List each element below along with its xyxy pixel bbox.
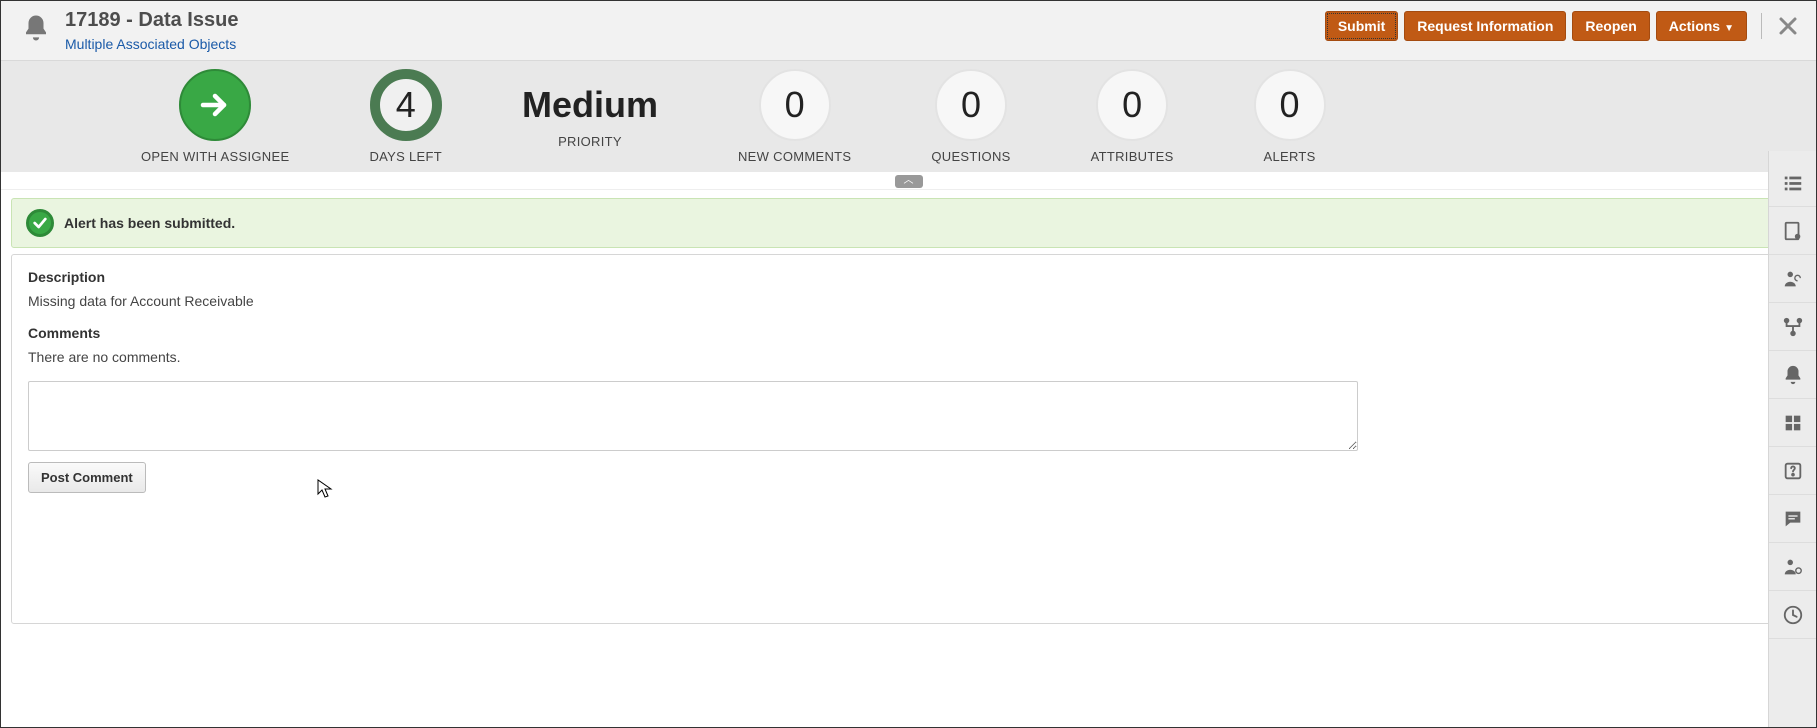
chevron-down-icon: ▼ (1724, 23, 1734, 34)
alerts-value: 0 (1280, 84, 1300, 126)
attributes-value: 0 (1122, 84, 1142, 126)
days-left-value: 4 (396, 84, 416, 126)
stat-questions: 0 QUESTIONS (891, 69, 1050, 164)
questions-circle: 0 (935, 69, 1007, 141)
checkmark-icon (26, 209, 54, 237)
stat-priority: Medium PRIORITY (482, 84, 698, 149)
stat-label: ATTRIBUTES (1091, 149, 1174, 164)
comments-empty-text: There are no comments. (28, 349, 1789, 365)
stat-days-left: 4 DAYS LEFT (329, 69, 482, 164)
priority-value: Medium (522, 84, 658, 126)
reopen-button[interactable]: Reopen (1572, 11, 1649, 41)
associated-objects-link[interactable]: Multiple Associated Objects (65, 36, 236, 52)
comment-input[interactable] (28, 381, 1358, 451)
post-comment-button[interactable]: Post Comment (28, 462, 146, 493)
bell-icon (21, 13, 51, 43)
comments-heading: Comments (28, 325, 1789, 341)
request-information-button[interactable]: Request Information (1404, 11, 1566, 41)
stat-label: QUESTIONS (931, 149, 1010, 164)
collapse-stats-button[interactable]: ︿ (895, 175, 923, 188)
page-title: 17189 - Data Issue (65, 9, 238, 32)
questions-value: 0 (961, 84, 981, 126)
list-icon[interactable] (1769, 159, 1816, 207)
bell-icon[interactable] (1769, 351, 1816, 399)
user-refresh-icon[interactable] (1769, 255, 1816, 303)
header-actions: Submit Request Information Reopen Action… (1325, 9, 1800, 41)
alerts-circle: 0 (1254, 69, 1326, 141)
stats-strip: OPEN WITH ASSIGNEE 4 DAYS LEFT Medium PR… (1, 61, 1816, 172)
stat-open-with-assignee: OPEN WITH ASSIGNEE (41, 69, 329, 164)
success-banner: Alert has been submitted. (11, 198, 1806, 248)
stat-label: PRIORITY (558, 134, 622, 149)
user-settings-icon[interactable] (1769, 543, 1816, 591)
actions-menu-button[interactable]: Actions▼ (1656, 11, 1747, 41)
banner-text: Alert has been submitted. (64, 215, 235, 231)
status-open-icon (179, 69, 251, 141)
right-icon-rail (1768, 151, 1816, 727)
stat-alerts: 0 ALERTS (1214, 69, 1366, 164)
grid-icon[interactable] (1769, 399, 1816, 447)
description-body: Missing data for Account Receivable (28, 293, 1789, 309)
stat-label: ALERTS (1263, 149, 1315, 164)
new-comments-value: 0 (785, 84, 805, 126)
new-comments-circle: 0 (759, 69, 831, 141)
workflow-icon[interactable] (1769, 303, 1816, 351)
form-icon[interactable] (1769, 207, 1816, 255)
separator (1761, 13, 1762, 39)
attributes-circle: 0 (1096, 69, 1168, 141)
collapse-bar: ︿ (1, 172, 1816, 190)
stat-attributes: 0 ATTRIBUTES (1051, 69, 1214, 164)
description-heading: Description (28, 269, 1789, 285)
days-left-ring: 4 (370, 69, 442, 141)
help-icon[interactable] (1769, 447, 1816, 495)
history-icon[interactable] (1769, 591, 1816, 639)
stat-label: OPEN WITH ASSIGNEE (141, 149, 289, 164)
stat-label: NEW COMMENTS (738, 149, 851, 164)
page-header: 17189 - Data Issue Multiple Associated O… (1, 1, 1816, 61)
stat-label: DAYS LEFT (369, 149, 442, 164)
chat-icon[interactable] (1769, 495, 1816, 543)
detail-card: Description Missing data for Account Rec… (11, 254, 1806, 624)
stat-new-comments: 0 NEW COMMENTS (698, 69, 891, 164)
close-icon[interactable] (1776, 14, 1800, 38)
submit-button[interactable]: Submit (1325, 11, 1398, 41)
